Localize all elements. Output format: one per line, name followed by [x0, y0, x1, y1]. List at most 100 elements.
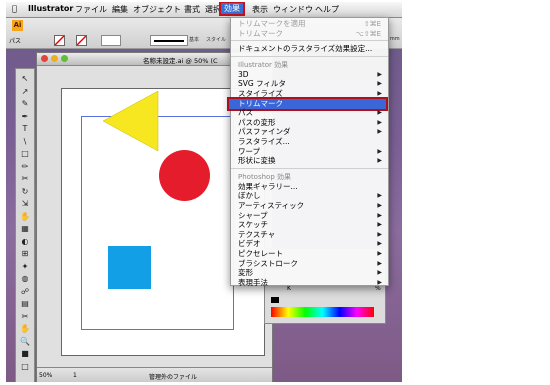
- submenu-arrow-icon: ▶: [377, 230, 382, 238]
- tool-button[interactable]: ■: [18, 348, 32, 359]
- tool-button[interactable]: ⊞: [18, 248, 32, 259]
- tool-button[interactable]: □: [18, 361, 32, 372]
- menu-item[interactable]: アーティスティック ▶: [231, 201, 388, 211]
- menu-item-label: ドキュメントのラスタライズ効果設定...: [238, 44, 373, 54]
- tool-button[interactable]: ✦: [18, 261, 32, 272]
- menu-item[interactable]: パス ▶: [231, 108, 388, 118]
- tool-button[interactable]: ✂: [18, 173, 32, 184]
- menu-item-rasterize-settings[interactable]: ドキュメントのラスタライズ効果設定...: [231, 44, 388, 54]
- blue-square[interactable]: [108, 246, 151, 289]
- tool-button[interactable]: ◐: [18, 236, 32, 247]
- menu-item[interactable]: ビデオ ▶: [231, 239, 388, 249]
- stroke-preview: [154, 40, 184, 42]
- tool-button[interactable]: ✏: [18, 161, 32, 172]
- red-circle[interactable]: [159, 150, 210, 201]
- submenu-arrow-icon: ▶: [377, 109, 382, 117]
- menu-item[interactable]: 効果ギャラリー...: [231, 182, 388, 192]
- tool-button[interactable]: ▤: [18, 298, 32, 309]
- menu-item[interactable]: 表現手法 ▶: [231, 278, 388, 288]
- menu-item-trim-marks[interactable]: トリムマーク: [227, 96, 388, 111]
- document-status-bar: 50% 1 管理外のファイル: [37, 367, 272, 382]
- tool-button[interactable]: ↻: [18, 186, 32, 197]
- menu-item-label: ぼかし: [238, 191, 261, 201]
- tool-button[interactable]: ☍: [18, 286, 32, 297]
- menu-app-name[interactable]: Illustrator: [28, 4, 73, 13]
- menu-item[interactable]: SVG フィルタ ▶: [231, 79, 388, 89]
- menu-help[interactable]: ヘルプ: [315, 4, 339, 15]
- tool-button[interactable]: ↖: [18, 73, 32, 84]
- menu-item[interactable]: スタイライズ ▶: [231, 89, 388, 99]
- menu-separator: [231, 55, 388, 57]
- tool-button[interactable]: ✋: [18, 211, 32, 222]
- yellow-triangle[interactable]: [103, 91, 161, 153]
- apple-menu-icon[interactable]: : [12, 4, 17, 13]
- submenu-arrow-icon: ▶: [377, 147, 382, 155]
- menu-item[interactable]: スケッチ ▶: [231, 220, 388, 230]
- menu-section-header: Illustrator 効果: [238, 60, 289, 69]
- menu-item[interactable]: 3D ▶: [231, 70, 388, 80]
- tool-button[interactable]: □: [18, 148, 32, 159]
- menu-item-label: パス: [238, 108, 253, 118]
- menu-item[interactable]: パスファインダ ▶: [231, 127, 388, 137]
- menu-item[interactable]: ピクセレート ▶: [231, 249, 388, 259]
- tool-button[interactable]: \: [18, 136, 32, 147]
- tool-button[interactable]: ▦: [18, 223, 32, 234]
- menu-item[interactable]: ブラシストローク ▶: [231, 259, 388, 269]
- page-number[interactable]: 1: [73, 372, 77, 379]
- screen:  Illustrator ファイル 編集 オブジェクト 書式 選択 効果 表示…: [6, 2, 402, 382]
- minimize-icon[interactable]: [51, 55, 58, 62]
- menu-view[interactable]: 表示: [252, 4, 268, 15]
- menu-window[interactable]: ウィンドウ: [273, 4, 313, 15]
- close-icon[interactable]: [41, 55, 48, 62]
- file-status[interactable]: 管理外のファイル: [149, 372, 197, 381]
- menu-item[interactable]: シャープ ▶: [231, 211, 388, 221]
- submenu-arrow-icon: ▶: [377, 259, 382, 267]
- stroke-weight-field[interactable]: [101, 35, 121, 46]
- submenu-arrow-icon: ▶: [377, 70, 382, 78]
- fill-swatch[interactable]: [54, 35, 65, 46]
- submenu-arrow-icon: ▶: [377, 269, 382, 277]
- menu-item[interactable]: ぼかし ▶: [231, 191, 388, 201]
- zoom-icon[interactable]: [61, 55, 68, 62]
- tool-button[interactable]: ✒: [18, 111, 32, 122]
- menu-edit[interactable]: 編集: [112, 4, 128, 15]
- selection-type-label: パス: [9, 38, 22, 45]
- menu-object[interactable]: オブジェクト: [133, 4, 181, 15]
- menu-item-label: シャープ: [238, 210, 268, 220]
- menu-item-label: 3D: [238, 69, 249, 79]
- menu-item[interactable]: ラスタライズ...: [231, 137, 388, 147]
- tool-button[interactable]: ✋: [18, 323, 32, 334]
- document-title: 名称未設定.ai @ 50% (C: [143, 57, 218, 65]
- menu-effect[interactable]: 効果: [219, 2, 245, 16]
- submenu-arrow-icon: ▶: [377, 250, 382, 257]
- tool-button[interactable]: ↗: [18, 86, 32, 97]
- submenu-arrow-icon: ▶: [377, 202, 382, 209]
- menu-item[interactable]: トリムマークを適用 ⇧⌘E: [231, 19, 388, 29]
- color-spectrum[interactable]: [271, 307, 374, 317]
- tool-button[interactable]: 🔍: [18, 336, 32, 347]
- menu-item-label: アーティスティック: [238, 201, 305, 210]
- tool-button[interactable]: T: [18, 123, 32, 134]
- submenu-arrow-icon: ▶: [377, 221, 382, 229]
- stroke-swatch[interactable]: [76, 35, 87, 46]
- tool-panel: ↖ ↗ ✎ ✒ T \ □ ✏ ✂ ↻ ⇲ ✋ ▦ ◐ ⊞ ✦ ◍ ☍ ▤ ✂ ✋ 🔍 ■ □: [15, 68, 35, 382]
- tool-button[interactable]: ◍: [18, 273, 32, 284]
- menu-item-shortcut: ⇧⌘E: [363, 20, 381, 28]
- style-label: スタイル: [206, 37, 227, 43]
- menu-item-label: 変形: [238, 268, 253, 278]
- menu-file[interactable]: ファイル: [75, 4, 107, 15]
- menu-item-label: 形状に変換: [238, 156, 276, 166]
- no-stroke-icon: [76, 35, 87, 46]
- menu-select[interactable]: 選択: [205, 4, 221, 15]
- menu-item-label: トリムマークを適用: [238, 19, 306, 28]
- tool-button[interactable]: ✂: [18, 311, 32, 322]
- menu-item[interactable]: トリムマーク ⌥⇧⌘E: [231, 29, 388, 39]
- tool-button[interactable]: ⇲: [18, 198, 32, 209]
- menu-item[interactable]: 形状に変換 ▶: [231, 156, 388, 166]
- zoom-level[interactable]: 50%: [39, 372, 52, 379]
- menu-separator: [231, 167, 388, 169]
- black-swatch[interactable]: [271, 297, 279, 303]
- menu-item[interactable]: 変形 ▶: [231, 268, 388, 278]
- menu-type[interactable]: 書式: [184, 4, 200, 15]
- tool-button[interactable]: ✎: [18, 98, 32, 109]
